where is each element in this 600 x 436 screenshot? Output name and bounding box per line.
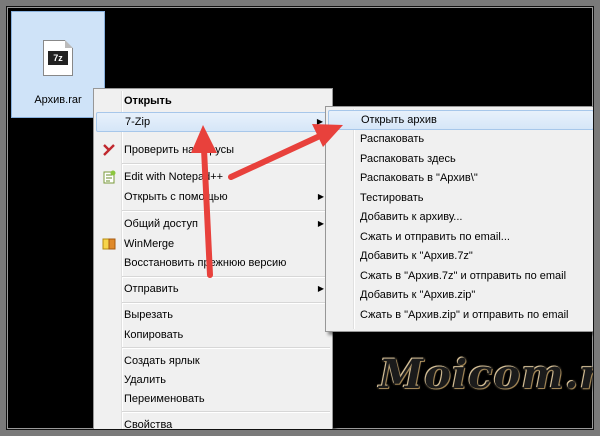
submenu-item-compress-email[interactable]: Сжать и отправить по email... [328, 227, 593, 247]
menu-item-7zip[interactable]: 7-Zip ▶ [96, 112, 330, 132]
submenu-item-extract-to-folder[interactable]: Распаковать в "Архив\" [328, 168, 593, 188]
submenu-item-compress-7z-email[interactable]: Сжать в "Архив.7z" и отправить по email [328, 266, 593, 286]
menu-item-label: Добавить к "Архив.7z" [360, 250, 473, 262]
submenu-item-extract[interactable]: Распаковать [328, 129, 593, 149]
menu-item-cut[interactable]: Вырезать [96, 305, 330, 325]
menu-separator [122, 411, 330, 413]
menu-item-label: Переименовать [124, 393, 205, 405]
menu-item-restore-version[interactable]: Восстановить прежнюю версию [96, 253, 330, 273]
menu-item-label: Вырезать [124, 309, 173, 321]
desktop-file-archive[interactable]: 7z Архив.rar [11, 11, 105, 118]
notepad-plus-plus-icon [103, 170, 116, 184]
menu-item-sharing[interactable]: Общий доступ ▶ [96, 214, 330, 234]
submenu-arrow-icon: ▶ [317, 219, 324, 228]
menu-item-copy[interactable]: Копировать [96, 325, 330, 345]
menu-item-label: 7-Zip [125, 116, 151, 128]
submenu-arrow-icon: ▶ [317, 284, 324, 293]
submenu-arrow-icon: ▶ [316, 117, 323, 126]
menu-item-label: Открыть архив [361, 114, 437, 126]
desktop: 7z Архив.rar Открыть 7-Zip ▶ Проверить н… [6, 6, 594, 430]
menu-item-label: Edit with Notepad++ [124, 171, 224, 183]
context-menu: Открыть 7-Zip ▶ Проверить на вирусы Edit… [93, 88, 333, 429]
menu-item-label: Общий доступ [124, 218, 198, 230]
menu-item-label: Тестировать [360, 192, 424, 204]
submenu-arrow-icon: ▶ [317, 192, 324, 201]
screenshot-frame: 7z Архив.rar Открыть 7-Zip ▶ Проверить н… [0, 0, 600, 436]
winmerge-icon [102, 238, 116, 250]
menu-item-label: Сжать в "Архив.7z" и отправить по email [360, 270, 567, 282]
menu-item-edit-notepad[interactable]: Edit with Notepad++ [96, 167, 330, 187]
submenu-item-add-7z[interactable]: Добавить к "Архив.7z" [328, 246, 593, 266]
kaspersky-icon [103, 144, 115, 156]
site-logo: Moicom.ru [379, 351, 593, 398]
menu-item-label: Открыть с помощью [124, 191, 228, 203]
menu-separator [122, 276, 330, 278]
menu-item-label: Восстановить прежнюю версию [124, 257, 287, 269]
submenu-item-extract-here[interactable]: Распаковать здесь [328, 149, 593, 169]
menu-item-virus-scan[interactable]: Проверить на вирусы [96, 140, 330, 160]
submenu-item-open-archive[interactable]: Открыть архив [328, 110, 593, 130]
submenu-item-add-to-archive[interactable]: Добавить к архиву... [328, 207, 593, 227]
menu-item-label: Добавить к архиву... [360, 211, 463, 223]
menu-item-label: Распаковать [360, 133, 425, 145]
menu-separator [122, 163, 330, 165]
menu-item-label: Удалить [124, 374, 166, 386]
submenu-item-compress-zip-email[interactable]: Сжать в "Архив.zip" и отправить по email [328, 305, 593, 325]
menu-item-label: Сжать в "Архив.zip" и отправить по email [360, 309, 569, 321]
menu-item-label: Сжать и отправить по email... [360, 231, 510, 243]
menu-separator [122, 347, 330, 349]
menu-item-label: Добавить к "Архив.zip" [360, 289, 476, 301]
menu-item-label: Создать ярлык [124, 355, 200, 367]
file-name: Архив.rar [34, 94, 82, 106]
menu-item-label: Свойства [124, 419, 173, 429]
menu-item-label: Копировать [124, 329, 184, 341]
menu-item-send-to[interactable]: Отправить ▶ [96, 279, 330, 299]
menu-item-properties[interactable]: Свойства [96, 415, 330, 429]
menu-item-open[interactable]: Открыть [96, 91, 330, 111]
file-icon-label: 7z [48, 51, 68, 65]
menu-item-label: Проверить на вирусы [124, 144, 235, 156]
menu-item-label: Распаковать в "Архив\" [360, 172, 478, 184]
menu-item-rename[interactable]: Переименовать [96, 389, 330, 409]
menu-item-winmerge[interactable]: WinMerge [96, 234, 330, 254]
menu-separator [122, 210, 330, 212]
7zip-file-icon: 7z [43, 40, 73, 76]
menu-item-delete[interactable]: Удалить [96, 370, 330, 390]
submenu-item-add-zip[interactable]: Добавить к "Архив.zip" [328, 285, 593, 305]
menu-item-label: Распаковать здесь [360, 153, 456, 165]
menu-separator [122, 302, 330, 304]
submenu-7zip: Открыть архив Распаковать Распаковать зд… [325, 106, 593, 332]
menu-item-label: Отправить [124, 283, 179, 295]
menu-item-label: WinMerge [124, 238, 175, 250]
menu-item-open-with[interactable]: Открыть с помощью ▶ [96, 187, 330, 207]
submenu-item-test[interactable]: Тестировать [328, 188, 593, 208]
menu-item-create-shortcut[interactable]: Создать ярлык [96, 351, 330, 371]
menu-item-label: Открыть [124, 95, 172, 107]
